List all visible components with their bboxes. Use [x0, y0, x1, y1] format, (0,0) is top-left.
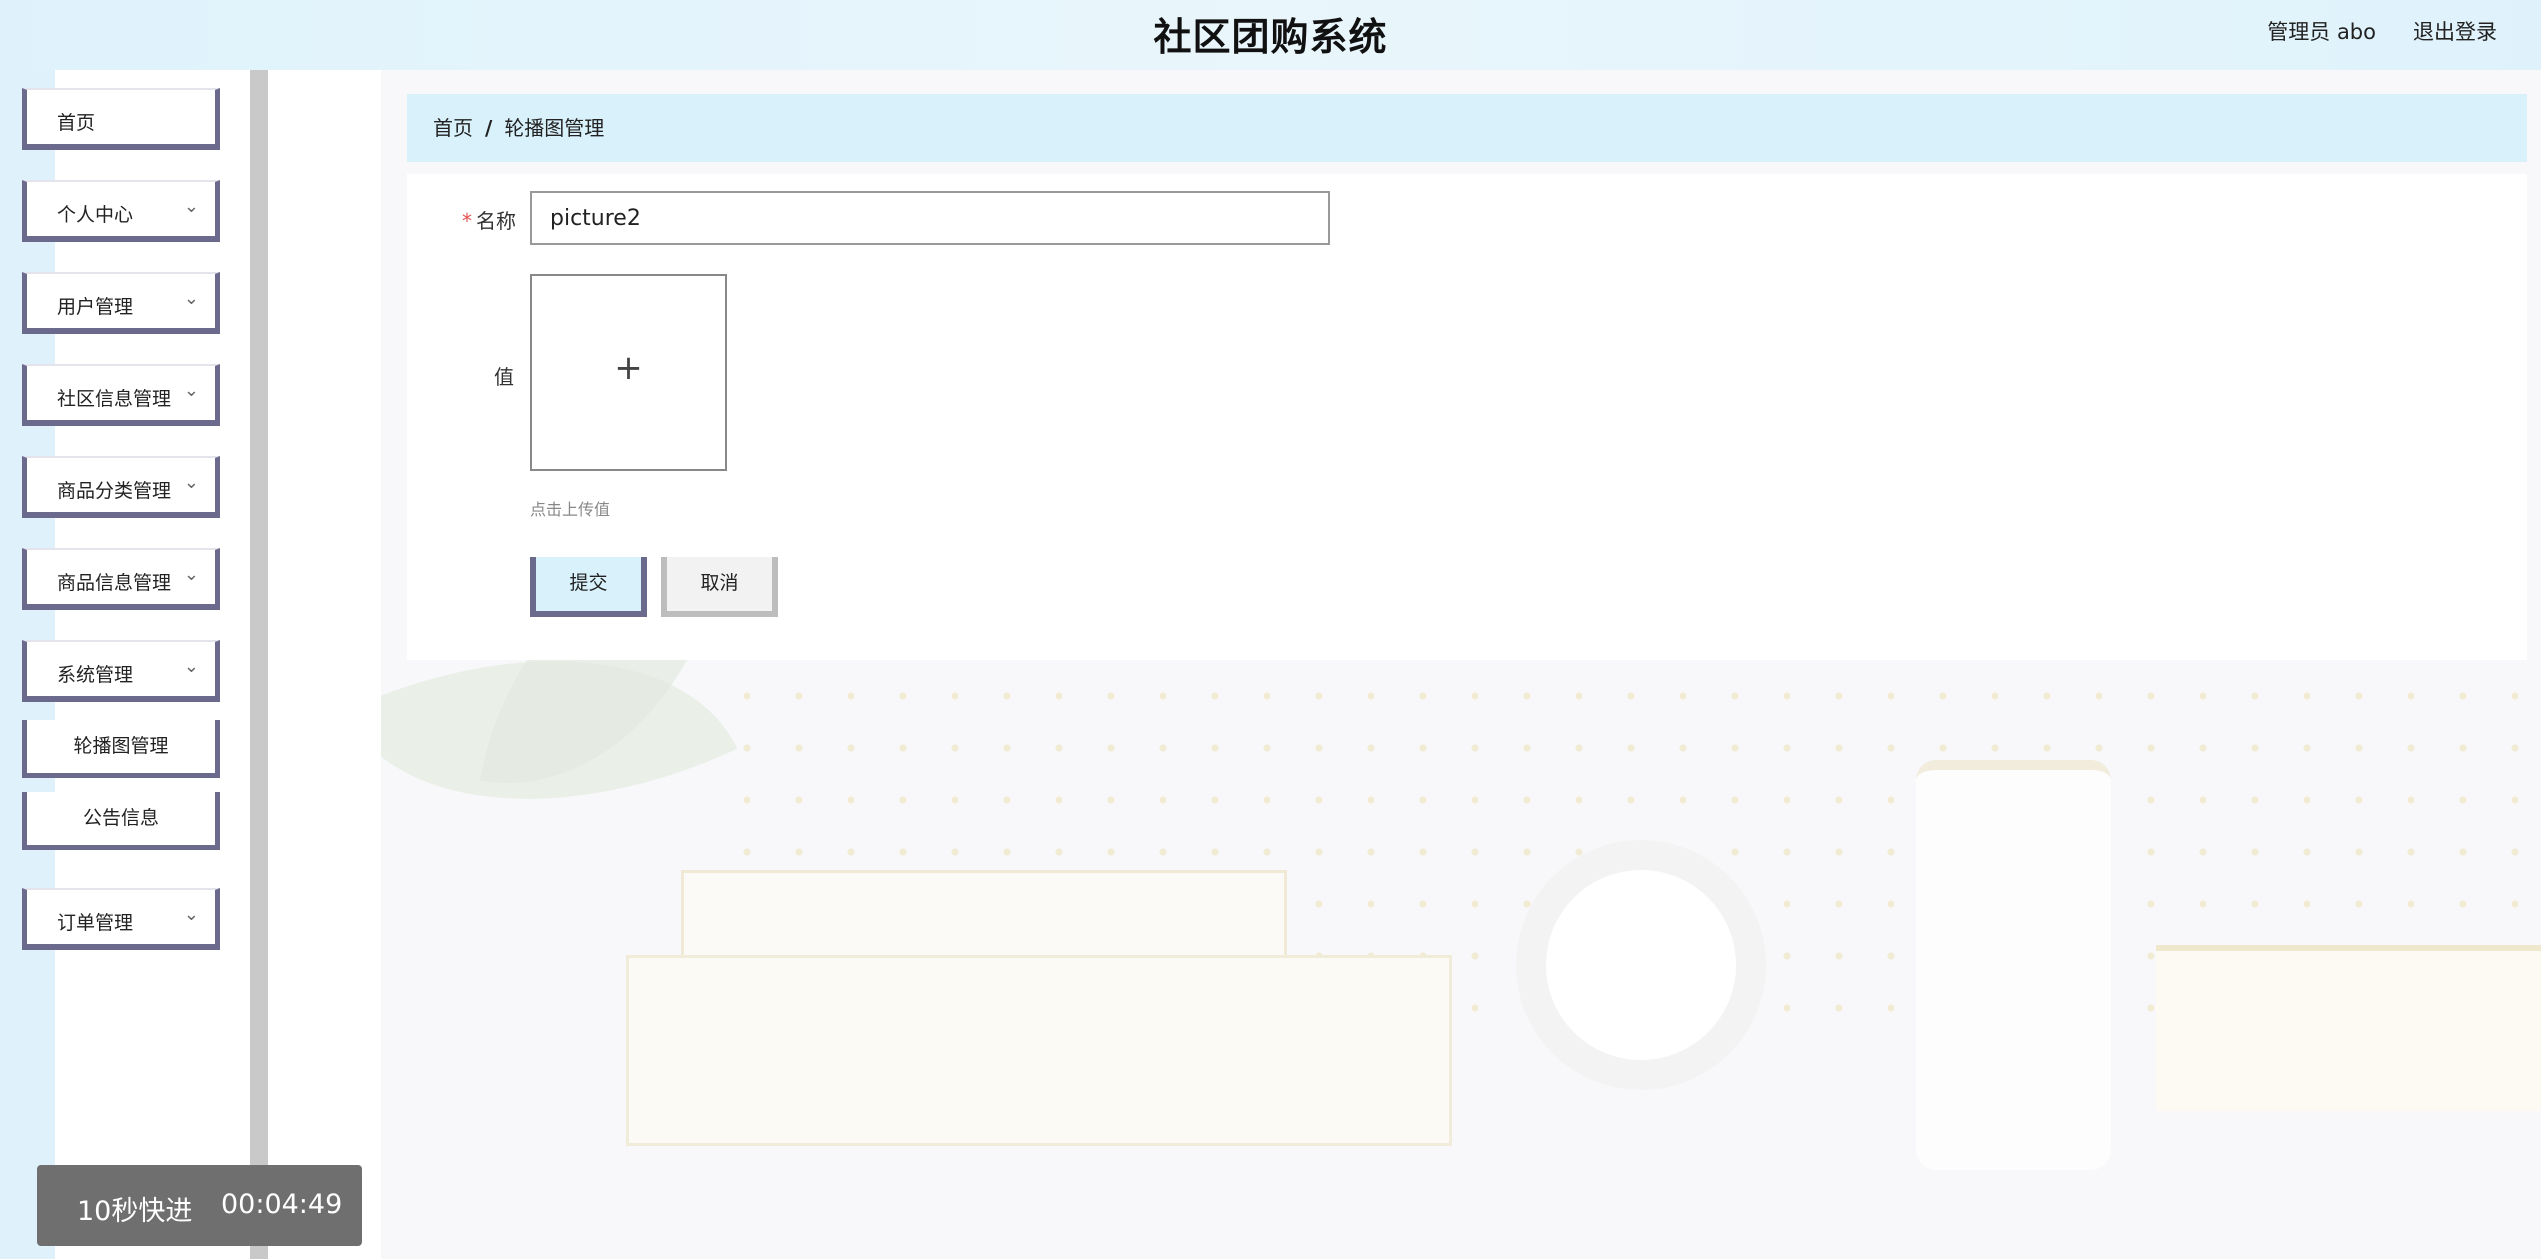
chevron-down-icon: ⌄: [183, 656, 199, 677]
sidebar-item-label: 商品分类管理: [57, 480, 172, 502]
plus-icon: +: [614, 348, 643, 388]
current-user: 管理员 abo: [2267, 20, 2376, 44]
sidebar-item-order-management[interactable]: 订单管理 ⌄: [22, 888, 220, 950]
sidebar-item-label: 订单管理: [57, 912, 134, 934]
chevron-down-icon: ⌄: [183, 380, 199, 401]
chevron-down-icon: ⌄: [183, 288, 199, 309]
sidebar-item-label: 社区信息管理: [57, 388, 172, 410]
sidebar-item-community-info[interactable]: 社区信息管理 ⌄: [22, 364, 220, 426]
sidebar-item-label: 首页: [57, 112, 96, 134]
chevron-down-icon: ⌄: [183, 564, 199, 585]
image-upload-box[interactable]: +: [530, 274, 727, 471]
submit-button[interactable]: 提交: [530, 557, 647, 617]
tray-decoration: [681, 870, 1287, 966]
fast-forward-button[interactable]: 10秒快进: [77, 1189, 192, 1228]
sidebar-item-personal-center[interactable]: 个人中心 ⌄: [22, 180, 220, 242]
block-decoration: [2156, 945, 2541, 1111]
breadcrumb-home[interactable]: 首页: [433, 116, 473, 140]
breadcrumb: 首页 / 轮播图管理: [407, 94, 2527, 162]
sidebar-item-product-info[interactable]: 商品信息管理 ⌄: [22, 548, 220, 610]
playback-time: 00:04:49: [221, 1189, 343, 1220]
breadcrumb-separator: /: [485, 116, 493, 140]
name-label: * 名称: [462, 205, 516, 234]
box-decoration: [626, 955, 1452, 1146]
sidebar-subitem-carousel[interactable]: 轮播图管理: [22, 720, 220, 778]
upload-hint: 点击上传值: [530, 500, 611, 519]
required-marker: *: [462, 209, 472, 233]
sidebar-item-home[interactable]: 首页: [22, 88, 220, 150]
breadcrumb-current: 轮播图管理: [504, 116, 605, 140]
cancel-button[interactable]: 取消: [661, 557, 778, 617]
sidebar-item-label: 商品信息管理: [57, 572, 172, 594]
app-title: 社区团购系统: [1153, 15, 1388, 59]
playback-overlay: 10秒快进 00:04:49: [37, 1165, 362, 1246]
sidebar-item-label: 系统管理: [57, 664, 134, 686]
chevron-down-icon: ⌄: [183, 472, 199, 493]
chevron-down-icon: ⌄: [183, 904, 199, 925]
value-label: 值: [494, 365, 514, 389]
sidebar-item-category-management[interactable]: 商品分类管理 ⌄: [22, 456, 220, 518]
chevron-down-icon: ⌄: [183, 196, 199, 217]
top-header: 社区团购系统 管理员 abo 退出登录: [0, 0, 2541, 70]
sidebar-item-system-management[interactable]: 系统管理 ⌄: [22, 640, 220, 702]
cylinder-decoration: [1916, 760, 2111, 1170]
sidebar-scrollbar[interactable]: [250, 70, 268, 1259]
sidebar-item-label: 个人中心: [57, 204, 134, 226]
sidebar-item-label: 用户管理: [57, 296, 134, 318]
sidebar-item-user-management[interactable]: 用户管理 ⌄: [22, 272, 220, 334]
tape-roll-decoration: [1516, 840, 1766, 1090]
name-label-text: 名称: [476, 209, 516, 233]
name-input[interactable]: [530, 191, 1330, 245]
sidebar-subitem-notice[interactable]: 公告信息: [22, 792, 220, 850]
logout-link[interactable]: 退出登录: [2413, 16, 2497, 46]
